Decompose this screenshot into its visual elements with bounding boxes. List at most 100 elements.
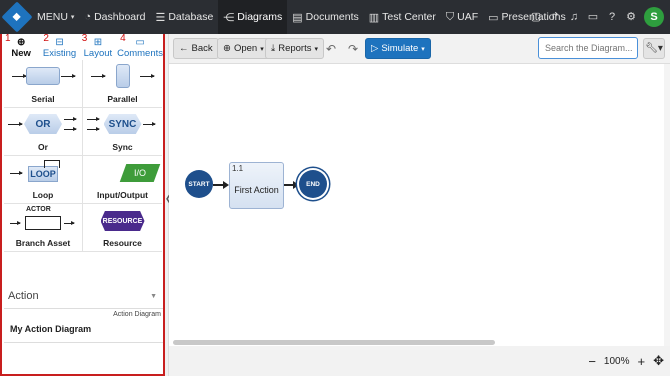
palette-sync[interactable]: SYNC Sync (83, 108, 162, 156)
palette-loop[interactable]: LOOP Loop (4, 156, 83, 204)
tab-layout[interactable]: 3 ⊞ Layout (79, 33, 117, 60)
nav-uaf[interactable]: ⛉ UAF (441, 0, 483, 34)
tab-number: 3 (81, 33, 88, 44)
arrow-in-icon (91, 74, 106, 78)
zoom-level: 100% (603, 355, 630, 367)
diagram-list-item[interactable]: Action Diagram My Action Diagram (4, 309, 163, 343)
palette-label: Branch Asset (15, 238, 71, 248)
palette-or[interactable]: OR Or (4, 108, 83, 156)
palette-branch-asset[interactable]: ACTOR Branch Asset (4, 204, 83, 252)
or-shape: OR (24, 114, 62, 134)
share-icon[interactable]: ↱ (549, 11, 561, 23)
branch-asset-shape (25, 216, 61, 230)
gear-icon[interactable]: ⚙ (625, 11, 637, 23)
menu-button[interactable]: MENU ▾ (32, 0, 79, 34)
diagram-entry-name: My Action Diagram (10, 324, 92, 334)
loop-return-icon (44, 160, 60, 168)
loop-shape: LOOP (28, 166, 58, 182)
presentation-icon: ▭ (488, 11, 499, 24)
chat-icon[interactable]: ▢ (530, 11, 542, 23)
document-icon: ▤ (292, 11, 303, 24)
tab-existing[interactable]: 2 ⊟ Existing (40, 33, 78, 60)
nav-database[interactable]: ☰ Database (150, 0, 218, 34)
redo-button[interactable]: ↷ (343, 38, 363, 59)
search-input[interactable] (538, 37, 638, 59)
palette-label: Parallel (107, 94, 138, 104)
action-node-name: First Action (234, 185, 279, 195)
palette-panel: 1 ⊕ New 2 ⊟ Existing 3 ⊞ Layout 4 ▭ Comm… (0, 33, 165, 376)
canvas-statusbar: − 100% + ✥ (169, 346, 670, 376)
database-icon: ☰ (155, 11, 166, 24)
nav-diagrams[interactable]: ⋲ Diagrams (218, 0, 288, 34)
nav-dashboard[interactable]: ◔ Dashboard (79, 0, 150, 34)
folder-icon[interactable]: ▭ (587, 11, 599, 23)
palette-grid: Serial Parallel OR Or SYNC Sync LOOP Loo… (4, 60, 163, 252)
vertical-scrollbar[interactable] (664, 64, 670, 346)
open-label: Open (233, 43, 258, 54)
chevron-down-icon: ▼ (150, 292, 157, 300)
reports-label: Reports (278, 43, 312, 54)
actor-text: ACTOR (26, 206, 51, 213)
zoom-in-button[interactable]: + (638, 354, 646, 369)
arrow-in-icon (10, 221, 21, 225)
palette-label: Sync (112, 142, 133, 152)
parallel-shape (115, 64, 130, 88)
palette-label: Resource (103, 238, 142, 248)
io-text: I/O (133, 168, 146, 178)
action-node[interactable]: 1.1 First Action (229, 162, 284, 209)
palette-label: Serial (31, 94, 55, 104)
diagram-icon: ⋲ (223, 11, 235, 24)
arrow-out-icon (64, 117, 77, 121)
diagram-type-value: Action (8, 290, 39, 302)
reports-button[interactable]: ⤓ Reports ▾ (265, 38, 324, 59)
back-label: Back (191, 43, 213, 54)
diagram-type-select[interactable]: Action ▼ (4, 284, 163, 309)
fit-move-icon[interactable]: ✥ (653, 353, 664, 369)
palette-resource[interactable]: RESOURCE Resource (83, 204, 162, 252)
arrow-in-icon (8, 122, 23, 126)
menu-label: MENU (37, 11, 68, 23)
arrow-in-icon (87, 117, 100, 121)
nav-test-center[interactable]: ▥ Test Center (364, 0, 441, 34)
tab-label: Layout (83, 48, 113, 59)
nav-documents[interactable]: ▤ Documents (287, 0, 364, 34)
diagram-toolbar: ← Back ⊕ Open ▾ ⤓ Reports ▾ ↶ ↷ ▷ Simula… (169, 34, 670, 64)
tab-comments[interactable]: 4 ▭ Comments (117, 33, 163, 60)
arrow-out-icon (64, 221, 75, 225)
diagram-canvas[interactable]: START 1.1 First Action END (169, 64, 670, 346)
tab-number: 1 (5, 33, 11, 44)
help-icon[interactable]: ? (606, 11, 618, 23)
start-node[interactable]: START (185, 170, 213, 198)
zoom-controls: − 100% + ✥ (588, 353, 664, 369)
bell-icon[interactable]: ♫ (568, 11, 580, 23)
arrow-left-icon: ← (179, 43, 189, 54)
horizontal-scrollbar[interactable] (173, 340, 495, 345)
simulate-button[interactable]: ▷ Simulate ▾ (365, 38, 431, 59)
shield-icon: ⛉ (445, 10, 455, 23)
palette-parallel[interactable]: Parallel (83, 60, 162, 108)
chevron-down-icon: ▾ (70, 14, 75, 21)
end-node[interactable]: END (299, 170, 327, 198)
nav-dashboard-label: Dashboard (94, 11, 146, 23)
top-nav-bar: ◆ MENU ▾ ◔ Dashboard ☰ Database ⋲ Diagra… (0, 0, 670, 34)
arrow-out-icon (61, 74, 76, 78)
chevron-down-icon: ▾ (421, 45, 425, 53)
diagram-entry-type: Action Diagram (113, 311, 161, 318)
tab-number: 2 (43, 33, 49, 44)
app-logo[interactable]: ◆ (1, 1, 33, 33)
nav-documents-label: Documents (305, 11, 359, 23)
chevron-down-icon: ▾ (260, 45, 264, 53)
arrow-out-icon (64, 127, 77, 131)
arrow-out-icon (143, 122, 156, 126)
palette-input-output[interactable]: I/O Input/Output (83, 156, 162, 204)
back-button[interactable]: ← Back (173, 38, 219, 59)
open-button[interactable]: ⊕ Open ▾ (217, 38, 270, 59)
nav-uaf-label: UAF (457, 11, 479, 23)
tools-button[interactable]: 🔧︎▾ (643, 38, 665, 59)
undo-button[interactable]: ↶ (321, 38, 341, 59)
avatar[interactable]: S (644, 7, 664, 27)
zoom-out-button[interactable]: − (588, 354, 596, 369)
palette-serial[interactable]: Serial (4, 60, 83, 108)
tab-new[interactable]: 1 ⊕ New (2, 33, 40, 60)
wrench-icon: 🔧︎▾ (645, 43, 663, 54)
